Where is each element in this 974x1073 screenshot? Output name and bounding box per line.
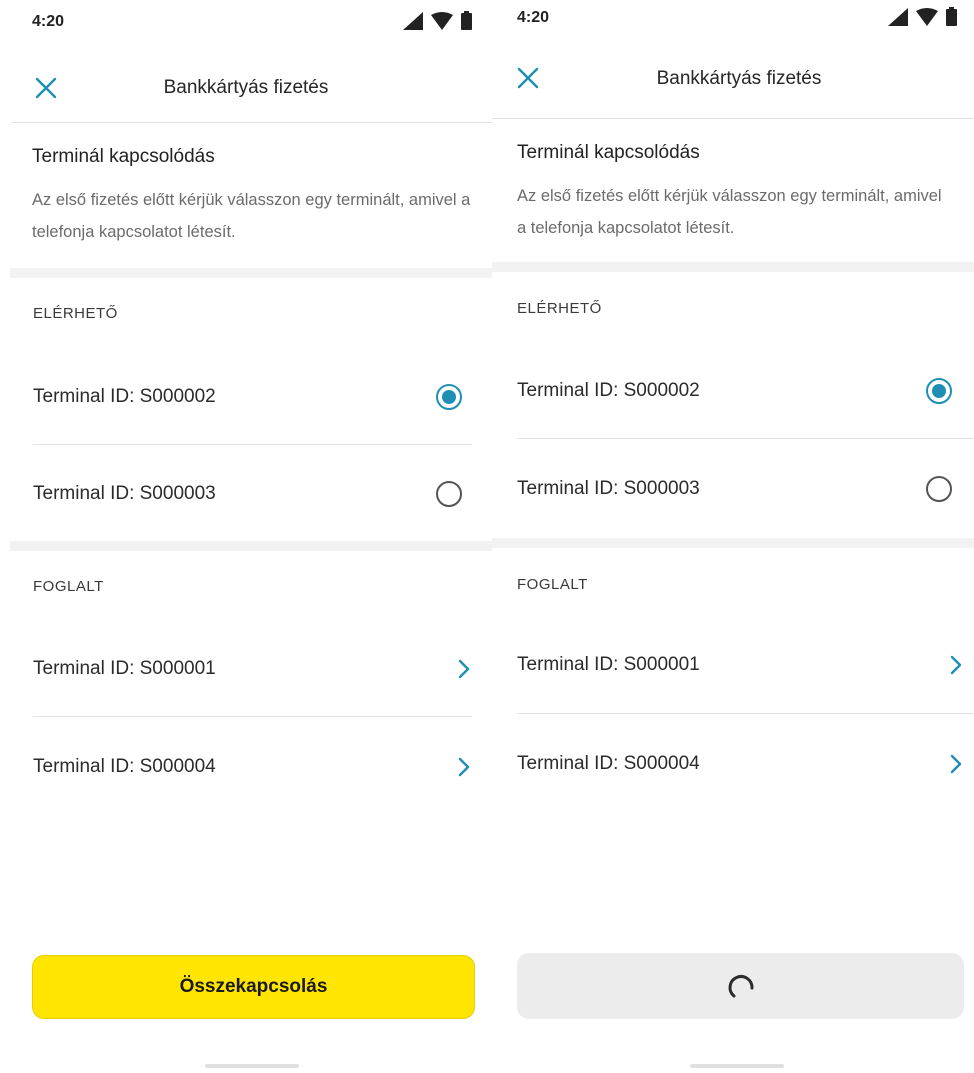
terminal-label: Terminal ID: S000002 <box>517 379 700 401</box>
home-indicator <box>205 1064 299 1068</box>
page-title: Bankkártyás fizetés <box>656 68 822 89</box>
status-time: 4:20 <box>32 13 65 30</box>
terminal-row-available[interactable]: Terminal ID: S000003 <box>33 445 472 542</box>
app-bar: Bankkártyás fizetés <box>492 52 974 118</box>
radio-unchecked-icon[interactable] <box>926 475 952 502</box>
signal-icon <box>403 11 423 30</box>
terminal-row-busy[interactable]: Terminal ID: S000001 <box>517 616 974 713</box>
terminal-label: Terminal ID: S000001 <box>33 657 216 679</box>
terminal-label: Terminal ID: S000001 <box>517 653 700 675</box>
row-divider <box>517 438 974 439</box>
chevron-right-icon <box>458 659 470 679</box>
section-separator <box>492 262 974 272</box>
comparison-stage: 4:20 Bankkártyás fizetés Terminál kapcso… <box>0 0 974 1073</box>
chevron-right-icon <box>950 754 962 774</box>
terminal-row-busy[interactable]: Terminal ID: S000001 <box>33 620 472 717</box>
section-label-busy: FOGLALT <box>517 576 588 593</box>
status-time: 4:20 <box>517 9 550 26</box>
terminal-row-busy[interactable]: Terminal ID: S000004 <box>517 715 974 812</box>
app-bar-divider <box>492 118 974 119</box>
terminal-label: Terminal ID: S000004 <box>33 755 216 777</box>
chevron-right-icon <box>950 655 962 675</box>
row-divider <box>517 713 974 714</box>
section-separator <box>10 541 492 551</box>
section-label-available: ELÉRHETŐ <box>33 305 118 322</box>
terminal-label: Terminal ID: S000003 <box>517 477 700 499</box>
terminal-row-available[interactable]: Terminal ID: S000002 <box>33 348 472 445</box>
connect-button-loading <box>517 953 964 1019</box>
page-title: Bankkártyás fizetés <box>163 77 329 98</box>
intro-title: Terminál kapcsolódás <box>517 142 700 163</box>
intro-title: Terminál kapcsolódás <box>32 146 215 167</box>
status-icons <box>888 7 957 26</box>
signal-icon <box>888 7 908 26</box>
terminal-row-available[interactable]: Terminal ID: S000003 <box>517 440 974 537</box>
radio-checked-icon[interactable] <box>926 377 952 404</box>
terminal-row-busy[interactable]: Terminal ID: S000004 <box>33 718 472 815</box>
screen-loading: 4:20 Bankkártyás fizetés Terminál kapcso… <box>492 0 974 1073</box>
screen-ready: 4:20 Bankkártyás fizetés Terminál kapcso… <box>0 0 492 1073</box>
loading-spinner-icon <box>728 975 754 998</box>
terminal-row-available[interactable]: Terminal ID: S000002 <box>517 342 974 439</box>
status-icons <box>403 11 472 30</box>
connect-button[interactable]: Összekapcsolás <box>32 955 475 1019</box>
status-bar: 4:20 <box>0 0 492 46</box>
intro-text: Az első fizetés előtt kérjük válasszon e… <box>517 187 942 237</box>
radio-checked-icon[interactable] <box>436 383 462 410</box>
intro-text: Az első fizetés előtt kérjük válasszon e… <box>32 191 471 241</box>
terminal-label: Terminal ID: S000004 <box>517 752 700 774</box>
row-divider <box>33 716 472 717</box>
chevron-right-icon <box>458 757 470 777</box>
intro-block: Terminál kapcsolódás Az első fizetés elő… <box>517 142 954 244</box>
wifi-icon <box>916 7 938 26</box>
home-indicator <box>690 1064 784 1068</box>
terminal-label: Terminal ID: S000003 <box>33 482 216 504</box>
app-bar: Bankkártyás fizetés <box>0 56 492 122</box>
section-separator <box>492 538 974 548</box>
intro-block: Terminál kapcsolódás Az első fizetés elő… <box>32 146 472 248</box>
status-bar: 4:20 <box>492 0 974 46</box>
app-bar-divider <box>12 122 492 123</box>
section-label-busy: FOGLALT <box>33 578 104 595</box>
section-separator <box>10 268 492 278</box>
wifi-icon <box>431 11 453 30</box>
radio-unchecked-icon[interactable] <box>436 480 462 507</box>
battery-icon <box>461 11 472 30</box>
section-label-available: ELÉRHETŐ <box>517 300 602 317</box>
terminal-label: Terminal ID: S000002 <box>33 385 216 407</box>
battery-icon <box>946 7 957 26</box>
